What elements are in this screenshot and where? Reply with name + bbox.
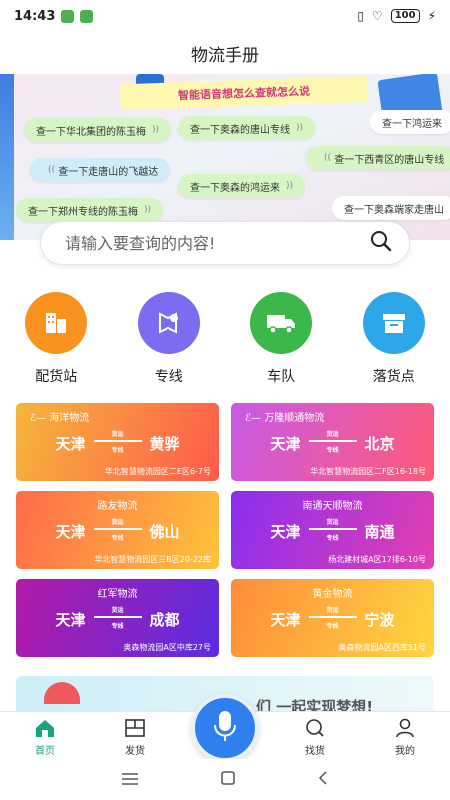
company-name: 南通天顺物流 — [302, 501, 363, 512]
charging-icon: ⚡ — [427, 9, 436, 23]
home-icon — [34, 717, 56, 739]
category-special-line[interactable]: 专线 — [113, 292, 226, 386]
tab-mine[interactable]: 我的 — [360, 712, 450, 759]
route-arrow-icon: 货运 专线 — [308, 519, 357, 543]
home-square-icon[interactable] — [221, 770, 235, 789]
route-address: 奥森物流园A区中库27号 — [123, 643, 211, 652]
status-bar: 14:43 ▯ ♡ 100 ⚡ — [0, 0, 450, 32]
category-label: 车队 — [267, 369, 296, 385]
building-icon — [25, 292, 88, 354]
heart-icon: ♡ — [371, 9, 383, 23]
route-from: 天津 — [270, 610, 301, 629]
truck-icon — [250, 292, 313, 354]
company-name: 红军物流 — [97, 589, 138, 600]
route-line: 天津 货运 专线 北京 — [231, 431, 434, 455]
banner-bubble: (( 查一下走唐山的飞越达 — [30, 158, 171, 182]
find-icon — [304, 717, 326, 739]
notification-icon — [80, 9, 94, 23]
banner-stripe — [0, 74, 14, 240]
umbrella-image — [44, 682, 80, 704]
user-icon — [394, 717, 416, 739]
route-to: 南通 — [364, 522, 395, 541]
route-arrow-icon: 货运 专线 — [308, 431, 357, 455]
banner-bubble: 查一下奥森的唐山专线)) — [178, 116, 316, 140]
tab-home[interactable]: 首页 — [0, 712, 90, 759]
battery-level: 100 — [390, 9, 420, 23]
search-bar[interactable] — [40, 221, 410, 265]
route-from: 天津 — [55, 434, 86, 453]
category-row: 配货站 专线 车队 落货点 — [0, 292, 450, 386]
route-address: 华北智慧物流园区二F区16-18号 — [310, 467, 426, 476]
route-from: 天津 — [270, 434, 301, 453]
route-card-grid: ℰ— 海洋物流 天津 货运 专线 黄骅 华北智慧物流园区二E区6-7号 ℰ— 万隆… — [16, 403, 434, 657]
route-line: 天津 货运 专线 宁波 — [231, 607, 434, 631]
route-card[interactable]: 路友物流 天津 货运 专线 佛山 华北智慧物流园区三B区20-22库 — [16, 491, 219, 569]
banner-bubble: (( 查一下西青区的唐山专线 — [306, 146, 450, 170]
route-from: 天津 — [55, 522, 86, 541]
route-card[interactable]: 红军物流 天津 货运 专线 成都 奥森物流园A区中库27号 — [16, 579, 219, 657]
route-card[interactable]: ℰ— 海洋物流 天津 货运 专线 黄骅 华北智慧物流园区二E区6-7号 — [16, 403, 219, 481]
category-fleet[interactable]: 车队 — [225, 292, 338, 386]
route-line: 天津 货运 专线 成都 — [16, 607, 219, 631]
banner-bubble: 查一下郑州专线的陈玉梅)) — [16, 198, 164, 222]
system-nav-bar — [0, 759, 450, 800]
microphone-icon — [212, 709, 238, 747]
route-arrow-icon: 货运 专线 — [93, 519, 142, 543]
category-distribution-station[interactable]: 配货站 — [0, 292, 113, 386]
route-address: 奥森物流园A区西库51号 — [338, 643, 426, 652]
tab-ship[interactable]: 发货 — [90, 712, 180, 759]
notification-icon — [61, 9, 75, 23]
route-from: 天津 — [270, 522, 301, 541]
banner-bubble: 查一下鸿运来 — [370, 110, 450, 134]
company-name: ℰ— 海洋物流 — [30, 413, 90, 424]
route-to: 黄骅 — [149, 434, 180, 453]
route-arrow-icon: 货运 专线 — [93, 431, 142, 455]
route-to: 成都 — [149, 610, 180, 629]
page-title-bar: 物流手册 — [0, 32, 450, 74]
route-address: 杨北建材城A区17排6-10号 — [328, 555, 426, 564]
category-drop-point[interactable]: 落货点 — [338, 292, 450, 386]
company-name: ℰ— 万隆顺通物流 — [245, 413, 325, 424]
route-card[interactable]: 南通天顺物流 天津 货运 专线 南通 杨北建材城A区17排6-10号 — [231, 491, 434, 569]
back-icon[interactable] — [318, 770, 328, 789]
voice-search-button[interactable] — [191, 694, 259, 762]
route-address: 华北智慧物流园区三B区20-22库 — [94, 555, 211, 564]
route-line: 天津 货运 专线 南通 — [231, 519, 434, 543]
banner-bubble: 查一下华北集团的陈玉梅)) — [24, 118, 172, 142]
route-arrow-icon: 货运 专线 — [308, 607, 357, 631]
route-to: 佛山 — [149, 522, 180, 541]
voice-search-banner[interactable]: 智能语音想怎么查就怎么说 查一下华北集团的陈玉梅)) 查一下奥森的唐山专线)) … — [0, 74, 450, 240]
category-label: 专线 — [154, 369, 183, 385]
company-name: 路友物流 — [97, 501, 138, 512]
category-label: 落货点 — [372, 369, 415, 385]
ship-icon — [124, 717, 146, 739]
signal-icon: ▯ — [357, 9, 364, 23]
menu-icon[interactable] — [121, 770, 138, 789]
route-address: 华北智慧物流园区二E区6-7号 — [104, 467, 211, 476]
company-name: 黄金物流 — [312, 589, 353, 600]
search-icon[interactable] — [369, 229, 393, 257]
page-title: 物流手册 — [191, 45, 259, 66]
route-line: 天津 货运 专线 黄骅 — [16, 431, 219, 455]
box-icon — [362, 292, 425, 354]
route-card[interactable]: ℰ— 万隆顺通物流 天津 货运 专线 北京 华北智慧物流园区二F区16-18号 — [231, 403, 434, 481]
route-pin-icon — [137, 292, 200, 354]
route-to: 宁波 — [364, 610, 395, 629]
status-time: 14:43 — [14, 8, 56, 24]
route-to: 北京 — [364, 434, 395, 453]
route-card[interactable]: 黄金物流 天津 货运 专线 宁波 奥森物流园A区西库51号 — [231, 579, 434, 657]
tab-find[interactable]: 找货 — [270, 712, 360, 759]
search-input[interactable] — [65, 233, 369, 253]
route-from: 天津 — [55, 610, 86, 629]
route-line: 天津 货运 专线 佛山 — [16, 519, 219, 543]
banner-bubble: 查一下奥森的鸿运来)) — [178, 174, 306, 198]
banner-bubble: 查一下奥森端家走唐山 — [332, 196, 450, 220]
route-arrow-icon: 货运 专线 — [93, 607, 142, 631]
category-label: 配货站 — [35, 369, 78, 385]
